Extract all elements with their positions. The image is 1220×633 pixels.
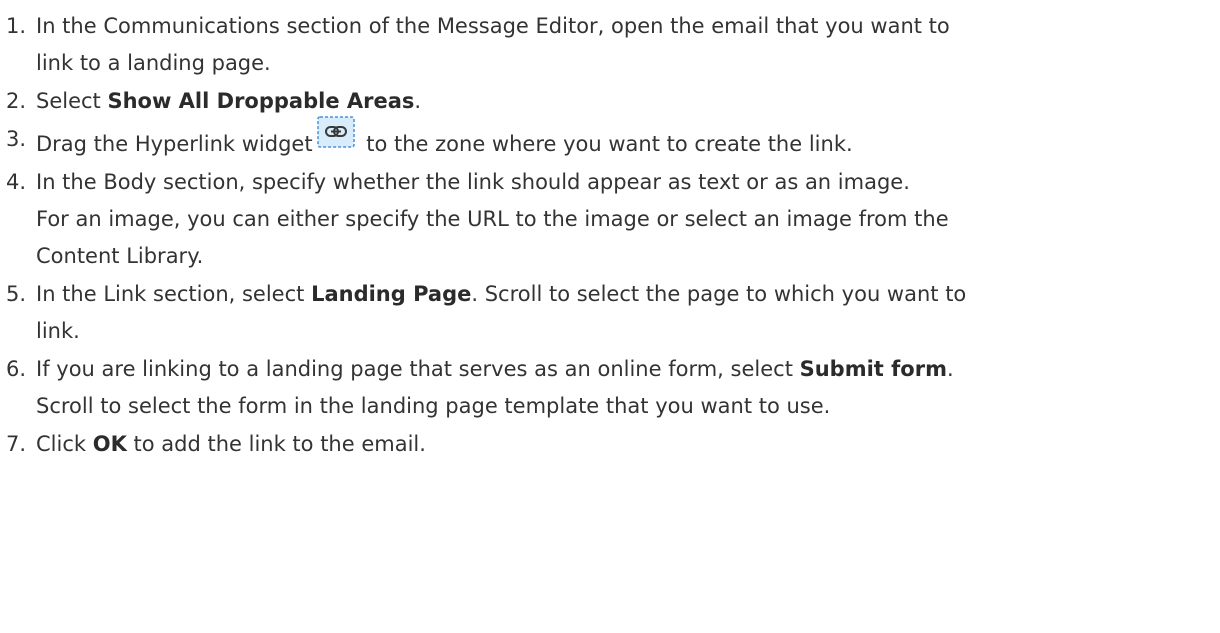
step-text-line: If you are linking to a landing page tha… [36,351,1210,388]
hyperlink-widget-icon [316,115,356,149]
instruction-steps-list: 1. In the Communications section of the … [0,0,1210,463]
step-text: Select [36,89,108,113]
step-number: 6. [6,357,27,381]
step-text-line: In the Body section, specify whether the… [36,170,910,194]
step-number: 2. [6,89,27,113]
step-number: 5. [6,282,27,306]
step-text: . Scroll to select the page to which you… [471,282,967,306]
step-text-line: Scroll to select the form in the landing… [36,394,831,418]
step-text: . [946,357,954,381]
step-text-line: Select Show All Droppable Areas. [36,83,1210,120]
ui-term-submit-form: Submit form [799,357,947,381]
step-1: 1. In the Communications section of the … [0,8,1210,82]
step-text: to add the link to the email. [126,432,426,456]
ui-term-landing-page: Landing Page [311,282,472,306]
step-text: Click [36,432,93,456]
step-text: . [414,89,422,113]
step-text-line: link to a landing page. [36,51,271,75]
step-3: 3. Drag the Hyperlink widget to the zone… [0,116,1210,163]
step-text-line: In the Link section, select Landing Page… [36,276,1210,313]
step-number: 4. [6,170,27,194]
step-text-line: Click OK to add the link to the email. [36,426,1210,463]
step-text-line: In the Communications section of the Mes… [36,14,950,38]
step-4: 4. In the Body section, specify whether … [0,164,1210,275]
step-7: 7. Click OK to add the link to the email… [0,426,1210,463]
step-text: In the Link section, select [36,282,312,306]
step-text-line: link. [36,319,80,343]
ui-term-show-all-droppable-areas: Show All Droppable Areas [107,89,415,113]
step-number: 7. [6,432,27,456]
step-6: 6. If you are linking to a landing page … [0,351,1210,425]
step-text: Drag the Hyperlink widget [36,132,313,156]
step-text-line: Content Library. [36,244,204,268]
step-text-line: For an image, you can either specify the… [36,207,949,231]
step-2: 2. Select Show All Droppable Areas. [0,83,1210,120]
step-number: 3. [6,127,27,151]
ui-term-ok: OK [92,432,127,456]
step-number: 1. [6,14,27,38]
step-5: 5. In the Link section, select Landing P… [0,276,1210,350]
step-text: If you are linking to a landing page tha… [36,357,800,381]
step-text-line: Drag the Hyperlink widget to the zone wh… [36,116,1210,163]
step-text: to the zone where you want to create the… [359,132,853,156]
